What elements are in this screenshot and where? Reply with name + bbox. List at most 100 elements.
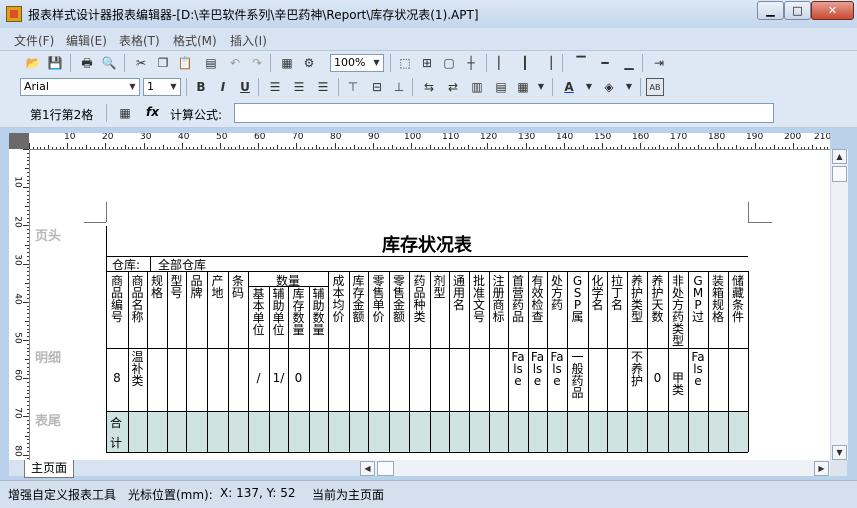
align-center-icon[interactable]: ☰ xyxy=(290,78,308,96)
column-header[interactable]: 有效检查 xyxy=(531,275,545,323)
open-icon[interactable]: 📂 xyxy=(24,54,42,72)
border-bottom-icon[interactable]: ▁ xyxy=(620,54,638,72)
scroll-left-icon[interactable]: ◀ xyxy=(360,461,375,476)
detail-cell[interactable]: 8 xyxy=(110,372,124,384)
border-top-icon[interactable]: ▔ xyxy=(572,54,590,72)
column-header[interactable]: 装箱规格 xyxy=(711,275,725,323)
column-header[interactable]: 零售金额 xyxy=(392,275,406,323)
merge-cells-icon[interactable]: ⇆ xyxy=(420,78,438,96)
column-header[interactable]: 商品编号 xyxy=(110,275,124,323)
detail-cell[interactable]: 温补类 xyxy=(131,351,145,387)
split-cells-icon[interactable]: ⇄ xyxy=(444,78,462,96)
column-header[interactable]: 剂型 xyxy=(433,275,447,299)
chevron-down-icon[interactable]: ▼ xyxy=(580,78,598,96)
text-style-icon[interactable]: AB xyxy=(646,78,664,96)
menu-edit[interactable]: 编辑(E) xyxy=(66,32,107,49)
detail-cell[interactable]: 一般药品 xyxy=(571,351,585,399)
detail-cell[interactable]: / xyxy=(252,372,266,384)
column-header[interactable]: 化学名 xyxy=(591,275,605,311)
footer-total-label[interactable]: 合计 xyxy=(109,413,123,453)
paste-special-icon[interactable]: ▤ xyxy=(202,54,220,72)
chevron-down-icon[interactable]: ▼ xyxy=(620,78,638,96)
menu-format[interactable]: 格式(M) xyxy=(173,32,217,49)
detail-cell[interactable]: False xyxy=(691,351,705,387)
font-size-select[interactable]: 1 ▼ xyxy=(143,78,181,96)
print-preview-icon[interactable]: 🔍 xyxy=(100,54,118,72)
maximize-icon[interactable]: □ xyxy=(784,1,811,20)
column-header[interactable]: 库存数量 xyxy=(292,288,306,336)
vertical-scrollbar[interactable]: ▲ ▼ xyxy=(830,149,848,460)
border-outer-icon[interactable]: ▢ xyxy=(440,54,458,72)
column-header[interactable]: 成本均价 xyxy=(332,275,346,323)
border-center-icon[interactable]: ┃ xyxy=(516,54,534,72)
border-middle-icon[interactable]: ━ xyxy=(596,54,614,72)
align-right-icon[interactable]: ☰ xyxy=(314,78,332,96)
insert-row-icon[interactable]: ▤ xyxy=(492,78,510,96)
column-header[interactable]: GMP过 xyxy=(691,275,705,323)
column-header[interactable]: 条码 xyxy=(231,275,245,299)
column-header[interactable]: 通用名 xyxy=(452,275,466,311)
close-icon[interactable]: ✕ xyxy=(811,1,854,20)
align-left-icon[interactable]: ☰ xyxy=(266,78,284,96)
valign-middle-icon[interactable]: ⊟ xyxy=(368,78,386,96)
save-icon[interactable]: 💾 xyxy=(46,54,64,72)
border-right-icon[interactable]: ▕ xyxy=(538,54,556,72)
bold-icon[interactable]: B xyxy=(192,78,210,96)
tab-main-page[interactable]: 主页面 xyxy=(24,460,75,478)
insert-column-icon[interactable]: ▥ xyxy=(468,78,486,96)
detail-cell[interactable]: 甲类 xyxy=(671,372,685,396)
column-header[interactable]: 辅助数量 xyxy=(312,288,326,336)
scroll-right-icon[interactable]: ▶ xyxy=(814,461,829,476)
column-header[interactable]: 基本单位 xyxy=(252,288,266,336)
border-none-icon[interactable]: ⬚ xyxy=(396,54,414,72)
border-left-icon[interactable]: ▏ xyxy=(494,54,512,72)
detail-cell[interactable]: 1/ xyxy=(272,372,286,384)
valign-top-icon[interactable]: ⊤ xyxy=(344,78,362,96)
column-header[interactable]: 辅助单位 xyxy=(272,288,286,336)
column-header[interactable]: 规格 xyxy=(150,275,164,299)
paste-icon[interactable]: 📋 xyxy=(176,54,194,72)
border-all-icon[interactable]: ⊞ xyxy=(418,54,436,72)
underline-icon[interactable]: U xyxy=(236,78,254,96)
fill-color-icon[interactable]: ◈ xyxy=(600,78,618,96)
valign-bottom-icon[interactable]: ⊥ xyxy=(390,78,408,96)
detail-cell[interactable]: 不养护 xyxy=(630,351,644,387)
column-header[interactable]: 型号 xyxy=(170,275,184,299)
chevron-down-icon[interactable]: ▼ xyxy=(532,78,550,96)
column-header[interactable]: GSP属 xyxy=(571,275,585,323)
column-header[interactable]: 注册商标 xyxy=(492,275,506,323)
scroll-thumb[interactable] xyxy=(832,166,847,182)
detail-cell[interactable]: 0 xyxy=(292,372,306,384)
column-header[interactable]: 储藏条件 xyxy=(731,275,745,323)
table-icon[interactable]: ▦ xyxy=(278,54,296,72)
column-header[interactable]: 库存金额 xyxy=(352,275,366,323)
zoom-select[interactable]: 100% ▼ xyxy=(330,54,384,72)
column-header[interactable]: 处方药 xyxy=(550,275,564,311)
footer-row[interactable] xyxy=(106,411,748,452)
detail-cell[interactable]: 0 xyxy=(651,372,665,384)
italic-icon[interactable]: I xyxy=(214,78,232,96)
font-select[interactable]: Arial ▼ xyxy=(20,78,140,96)
menu-table[interactable]: 表格(T) xyxy=(119,32,160,49)
column-header[interactable]: 药品种类 xyxy=(413,275,427,323)
horizontal-scrollbar[interactable]: ◀ ▶ xyxy=(360,460,830,476)
copy-icon[interactable]: ❐ xyxy=(154,54,172,72)
print-icon[interactable]: 🖶 xyxy=(78,54,96,72)
detail-cell[interactable]: False xyxy=(550,351,564,387)
column-header[interactable]: 商品名称 xyxy=(131,275,145,323)
detail-cell[interactable]: False xyxy=(511,351,525,387)
minimize-icon[interactable]: ▁ xyxy=(757,1,784,20)
undo-icon[interactable]: ↶ xyxy=(226,54,244,72)
detail-cell[interactable]: False xyxy=(531,351,545,387)
column-header[interactable]: 拉丁名 xyxy=(610,275,624,311)
font-color-icon[interactable]: A xyxy=(560,78,578,96)
function-icon[interactable]: fx xyxy=(146,105,159,119)
formula-input[interactable] xyxy=(234,103,774,123)
properties-icon[interactable]: ⚙ xyxy=(300,54,318,72)
column-header[interactable]: 产地 xyxy=(211,275,225,299)
column-header[interactable]: 非处方药类型 xyxy=(671,275,685,347)
column-header[interactable]: 首营药品 xyxy=(511,275,525,323)
cut-icon[interactable]: ✂ xyxy=(132,54,150,72)
scroll-thumb[interactable] xyxy=(377,461,394,476)
grid-icon[interactable]: ▦ xyxy=(514,78,532,96)
